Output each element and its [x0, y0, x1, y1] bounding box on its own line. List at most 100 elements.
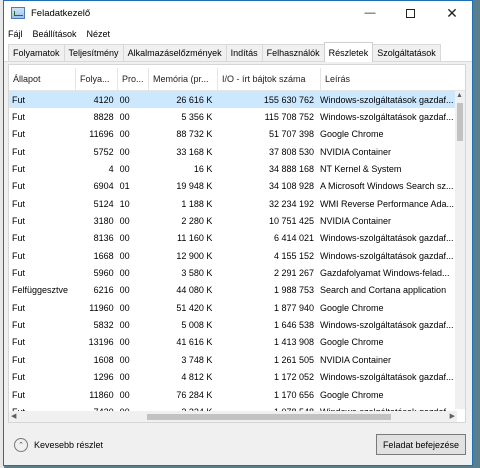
vertical-scrollbar[interactable]: ▲: [455, 91, 465, 409]
memory-cell: 44 080 K: [176, 285, 213, 296]
menu-file[interactable]: Fájl: [8, 29, 23, 39]
tab-details[interactable]: Részletek: [323, 42, 374, 62]
fewer-details-button[interactable]: ⌃ Kevesebb részlet: [14, 438, 103, 452]
io-write-bytes-cell: 34 108 928: [268, 181, 314, 192]
pid-cell: 3180: [93, 216, 114, 227]
table-row[interactable]: Fut 8828 00 5 356 K 115 708 752 Windows-szolg…: [9, 108, 461, 125]
status-cell: Fut: [12, 372, 26, 383]
scroll-left-icon[interactable]: ◀: [11, 412, 16, 420]
pid-cell: 1668: [93, 250, 114, 261]
menu-view[interactable]: Nézet: [87, 29, 111, 39]
description-cell: Gazdafolyamat Windows-felad...: [319, 268, 450, 279]
tab-performance[interactable]: Teljesítmény: [63, 44, 124, 61]
table-row[interactable]: Fut 5960 00 3 580 K 2 291 267 Gazdafolyamat W…: [9, 264, 461, 281]
priority-cell: 00: [119, 146, 130, 157]
table-row[interactable]: Fut 5752 00 33 168 K 37 808 530 NVIDIA Contai…: [9, 143, 461, 160]
fewer-details-label: Kevesebb részlet: [34, 440, 104, 450]
menu-options[interactable]: Beállítások: [33, 29, 77, 39]
close-button[interactable]: ✕: [432, 1, 472, 25]
pid-cell: 5960: [93, 268, 114, 279]
pid-cell: 5752: [93, 146, 114, 157]
tab-startup[interactable]: Indítás: [225, 44, 263, 61]
tab-users[interactable]: Felhasználók: [261, 44, 325, 61]
tab-processes[interactable]: Folyamatok: [8, 44, 65, 61]
priority-cell: 10: [119, 198, 130, 209]
table-row[interactable]: Fut 11860 00 76 284 K 1 170 656 Google Chrome: [9, 386, 461, 403]
table-row[interactable]: Fut 8136 00 11 160 K 6 414 021 Windows-szolgá…: [9, 230, 461, 247]
priority-cell: 00: [119, 250, 130, 261]
memory-cell: 1 188 K: [181, 198, 213, 209]
table-row[interactable]: Fut 3180 00 2 280 K 10 751 425 NVIDIA Contain…: [9, 212, 461, 229]
io-write-bytes-cell: 2 291 267: [273, 268, 314, 279]
tab-app-history[interactable]: Alkalmazáselőzmények: [122, 44, 227, 61]
maximize-button[interactable]: [390, 1, 430, 25]
table-row[interactable]: Fut 1608 00 3 748 K 1 261 505 NVIDIA Containe…: [9, 351, 461, 368]
priority-cell: 00: [119, 216, 130, 227]
chevron-up-icon: ⌃: [14, 438, 28, 452]
task-manager-icon: [11, 7, 25, 19]
pid-cell: 8828: [93, 112, 114, 123]
horizontal-scroll-thumb[interactable]: [147, 414, 391, 420]
table-row[interactable]: Fut 5124 10 1 188 K 32 234 192 WMI Reverse Pe…: [9, 195, 461, 212]
column-header-io-write-bytes[interactable]: I/O - írt bájtok száma: [218, 68, 321, 90]
table-row[interactable]: Fut 4 00 16 K 34 888 168 NT Kernel & System: [9, 160, 461, 177]
maximize-icon: [405, 8, 415, 18]
table-row[interactable]: Fut 1296 00 4 812 K 1 172 052 Windows-szolgál…: [9, 369, 461, 386]
table-row[interactable]: Fut 5832 00 5 008 K 1 646 538 Windows-szolgál…: [9, 316, 461, 333]
column-header-priority[interactable]: Pro...: [118, 68, 149, 90]
table-row[interactable]: Fut 11960 00 51 420 K 1 877 940 Google Chrome: [9, 299, 461, 316]
io-write-bytes-cell: 1 877 940: [273, 302, 314, 313]
description-cell: Windows-szolgáltatások gazdaf...: [319, 372, 454, 383]
memory-cell: 88 732 K: [176, 129, 213, 140]
memory-cell: 19 948 K: [176, 181, 213, 192]
memory-cell: 3 580 K: [181, 268, 213, 279]
pid-cell: 8136: [93, 233, 114, 244]
table-row[interactable]: Felfüggesztve 6216 00 44 080 K 1 988 753 Sear…: [9, 282, 461, 299]
scroll-right-icon[interactable]: ▶: [450, 412, 455, 420]
column-header-description[interactable]: Leírás: [321, 68, 465, 90]
io-write-bytes-cell: 1 261 505: [273, 354, 314, 365]
column-header-memory[interactable]: Memória (pr...: [149, 68, 218, 90]
end-task-button[interactable]: Feladat befejezése: [375, 434, 466, 455]
minimize-button[interactable]: —: [350, 1, 390, 25]
table-row[interactable]: Fut 6904 01 19 948 K 34 108 928 A Microsoft W…: [9, 178, 461, 195]
status-cell: Fut: [12, 389, 26, 400]
vertical-scroll-thumb[interactable]: [457, 103, 463, 141]
pid-cell: 6904: [93, 181, 114, 192]
table-row[interactable]: Fut 11696 00 88 732 K 51 707 398 Google Chrom…: [9, 126, 461, 143]
memory-cell: 12 900 K: [176, 250, 213, 261]
priority-cell: 00: [119, 285, 130, 296]
description-cell: Windows-szolgáltatások gazdaf...: [319, 320, 454, 331]
memory-cell: 2 280 K: [181, 216, 213, 227]
priority-cell: 00: [119, 164, 130, 175]
tab-services[interactable]: Szolgáltatások: [372, 44, 441, 61]
description-cell: A Microsoft Windows Search sz...: [319, 181, 454, 192]
io-write-bytes-cell: 34 888 168: [268, 164, 314, 175]
table-row[interactable]: Fut 13196 00 41 616 K 1 413 908 Google Chrome: [9, 334, 461, 351]
description-cell: Google Chrome: [319, 302, 384, 313]
status-cell: Fut: [12, 146, 26, 157]
description-cell: Windows-szolgáltatások gazdaf...: [319, 112, 454, 123]
pid-cell: 13196: [88, 337, 114, 348]
priority-cell: 00: [119, 372, 130, 383]
priority-cell: 00: [119, 389, 130, 400]
status-cell: Fut: [12, 129, 26, 140]
description-cell: WMI Reverse Performance Ada...: [319, 198, 455, 209]
column-header-pid[interactable]: Folya...: [76, 68, 118, 90]
pid-cell: 1608: [93, 354, 114, 365]
pid-cell: 4: [108, 164, 114, 175]
priority-cell: 00: [119, 268, 130, 279]
horizontal-scrollbar[interactable]: ◀ ▶: [9, 411, 457, 422]
priority-cell: 01: [119, 181, 130, 192]
priority-cell: 00: [119, 112, 130, 123]
io-write-bytes-cell: 1 646 538: [273, 320, 314, 331]
table-row[interactable]: Fut 4120 00 26 616 K 155 630 762 Windows-szol…: [9, 91, 461, 109]
scroll-up-icon[interactable]: ▲: [456, 92, 463, 99]
table-row[interactable]: Fut 1668 00 12 900 K 4 155 152 Windows-szolgá…: [9, 247, 461, 264]
status-cell: Fut: [12, 337, 26, 348]
status-cell: Fut: [12, 250, 26, 261]
description-cell: NVIDIA Container: [319, 146, 392, 157]
memory-cell: 11 160 K: [176, 233, 213, 244]
status-cell: Fut: [12, 181, 26, 192]
column-header-status[interactable]: Állapot: [9, 68, 76, 90]
